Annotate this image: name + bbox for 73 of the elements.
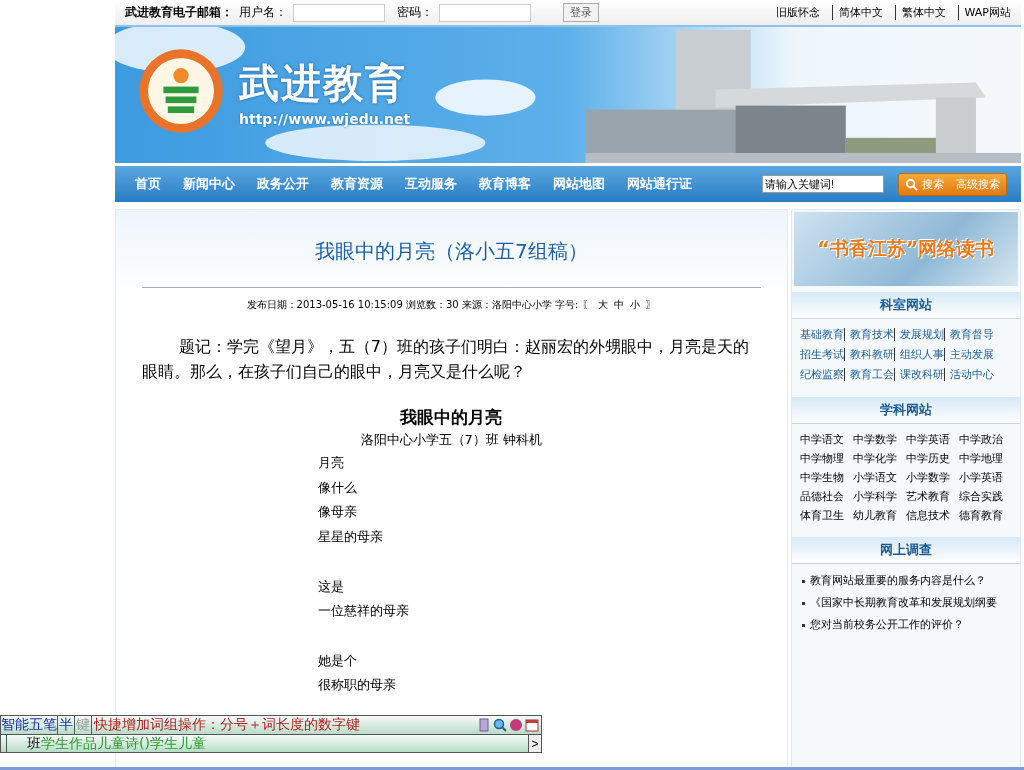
subject-link[interactable]: 中学数学 <box>852 430 906 449</box>
top-link[interactable]: 简体中文 <box>831 5 889 20</box>
subject-link[interactable]: 综合实践 <box>958 487 1012 506</box>
font-size-link[interactable]: 大 <box>597 299 608 310</box>
poem-line: 星星的母亲 <box>318 528 384 547</box>
intro-paragraph: 题记：学完《望月》，五（7）班的孩子们明白：赵丽宏的外甥眼中，月亮是天的眼睛。那么，在孩子们自己的眼中，月亮又是什么呢？ <box>142 336 750 383</box>
subject-link[interactable]: 中学政治 <box>958 430 1012 449</box>
search-icon <box>905 177 918 191</box>
office-link[interactable]: 纪检监察 <box>799 368 844 381</box>
site-title: 武进教育 <box>239 58 408 108</box>
font-size-link[interactable]: 中 <box>613 299 624 310</box>
login-button[interactable]: 登录 <box>563 3 599 22</box>
top-link[interactable]: 旧版怀念 <box>769 5 826 20</box>
section-header: 科室网站 <box>791 292 1020 319</box>
office-link[interactable]: 教育督导 <box>943 328 994 341</box>
office-link[interactable]: 主动发展 <box>943 348 994 361</box>
survey-link[interactable]: 您对当前校务公开工作的评价？ <box>809 614 964 636</box>
subject-link[interactable]: 中学物理 <box>799 449 853 468</box>
subject-link[interactable]: 小学英语 <box>958 468 1012 487</box>
article-title: 我眼中的月亮（洛小五7组稿） <box>313 238 589 265</box>
site-url: http://www.wjedu.net <box>239 110 411 127</box>
next-page-button[interactable]: > <box>529 735 541 752</box>
email-label: 武进教育电子邮箱： <box>125 4 233 21</box>
poem-line: 月亮 <box>318 454 345 472</box>
section-header: 网上调查 <box>791 537 1020 564</box>
office-link[interactable]: 发展规划 <box>893 328 944 341</box>
poem-line: 一位慈祥的母亲 <box>318 602 410 621</box>
survey-link[interactable]: 教育网站最重要的服务内容是什么？ <box>809 570 986 592</box>
office-link[interactable]: 教育工会 <box>843 368 894 381</box>
bracket: 〗 <box>645 299 656 310</box>
password-label: 密码： <box>397 4 433 21</box>
poem-author: 洛阳中心小学五（7）班 钟科机 <box>359 431 543 449</box>
top-link[interactable]: WAP网站 <box>957 5 1017 20</box>
office-link[interactable]: 基础教育 <box>799 328 844 341</box>
poem-line: 像母亲 <box>318 503 358 522</box>
top-link[interactable]: 繁体中文 <box>894 5 952 20</box>
subject-link[interactable]: 德育教育 <box>958 506 1012 525</box>
office-link[interactable]: 教科教研 <box>843 348 894 361</box>
subject-link[interactable]: 中学英语 <box>905 430 959 449</box>
subject-link[interactable]: 小学语文 <box>852 468 906 487</box>
bracket: 〖 <box>581 299 592 310</box>
subject-link[interactable]: 中学语文 <box>799 430 853 449</box>
subject-link[interactable]: 品德社会 <box>799 487 853 506</box>
office-link[interactable]: 教育技术 <box>843 328 894 341</box>
font-size-link[interactable]: 小 <box>629 299 640 310</box>
poem-line: 这是 <box>318 577 345 596</box>
search-field[interactable]: 请输入关键词! <box>762 175 884 193</box>
poem-line: 像什么 <box>318 478 358 497</box>
subject-link[interactable]: 幼儿教育 <box>852 506 906 525</box>
article-meta: 发布日期：2013-05-16 10:15:09 浏览数：30 来源：洛阳中心小学 字号: <box>246 299 579 310</box>
survey-link[interactable]: 《国家中长期教育改革和发展规划纲要 <box>809 592 997 614</box>
subject-link[interactable]: 小学科学 <box>852 487 906 506</box>
subject-link[interactable]: 中学生物 <box>799 468 853 487</box>
office-link[interactable]: 活动中心 <box>943 368 994 381</box>
section-header: 学科网站 <box>791 397 1020 424</box>
subject-link[interactable]: 信息技术 <box>905 506 959 525</box>
subject-link[interactable]: 艺术教育 <box>905 487 959 506</box>
subject-link[interactable]: 中学化学 <box>852 449 906 468</box>
subject-link[interactable]: 体育卫生 <box>799 506 853 525</box>
poem-title: 我眼中的月亮 <box>399 406 504 429</box>
seal-logo-icon <box>137 47 225 135</box>
poem-line: 很称职的母亲 <box>318 676 397 695</box>
office-link[interactable]: 组织人事 <box>893 348 944 361</box>
subject-link[interactable]: 小学数学 <box>905 468 959 487</box>
password-field[interactable] <box>439 3 531 22</box>
office-link[interactable]: 招生考试 <box>799 348 844 361</box>
username-label: 用户名： <box>239 4 287 21</box>
username-field[interactable] <box>293 3 385 22</box>
typed-text: 班 <box>27 735 41 751</box>
office-link[interactable]: 课改科研 <box>893 368 944 381</box>
subject-link[interactable]: 中学地理 <box>958 449 1012 468</box>
subject-link[interactable]: 中学历史 <box>905 449 959 468</box>
poem-line: 她是个 <box>318 651 358 670</box>
